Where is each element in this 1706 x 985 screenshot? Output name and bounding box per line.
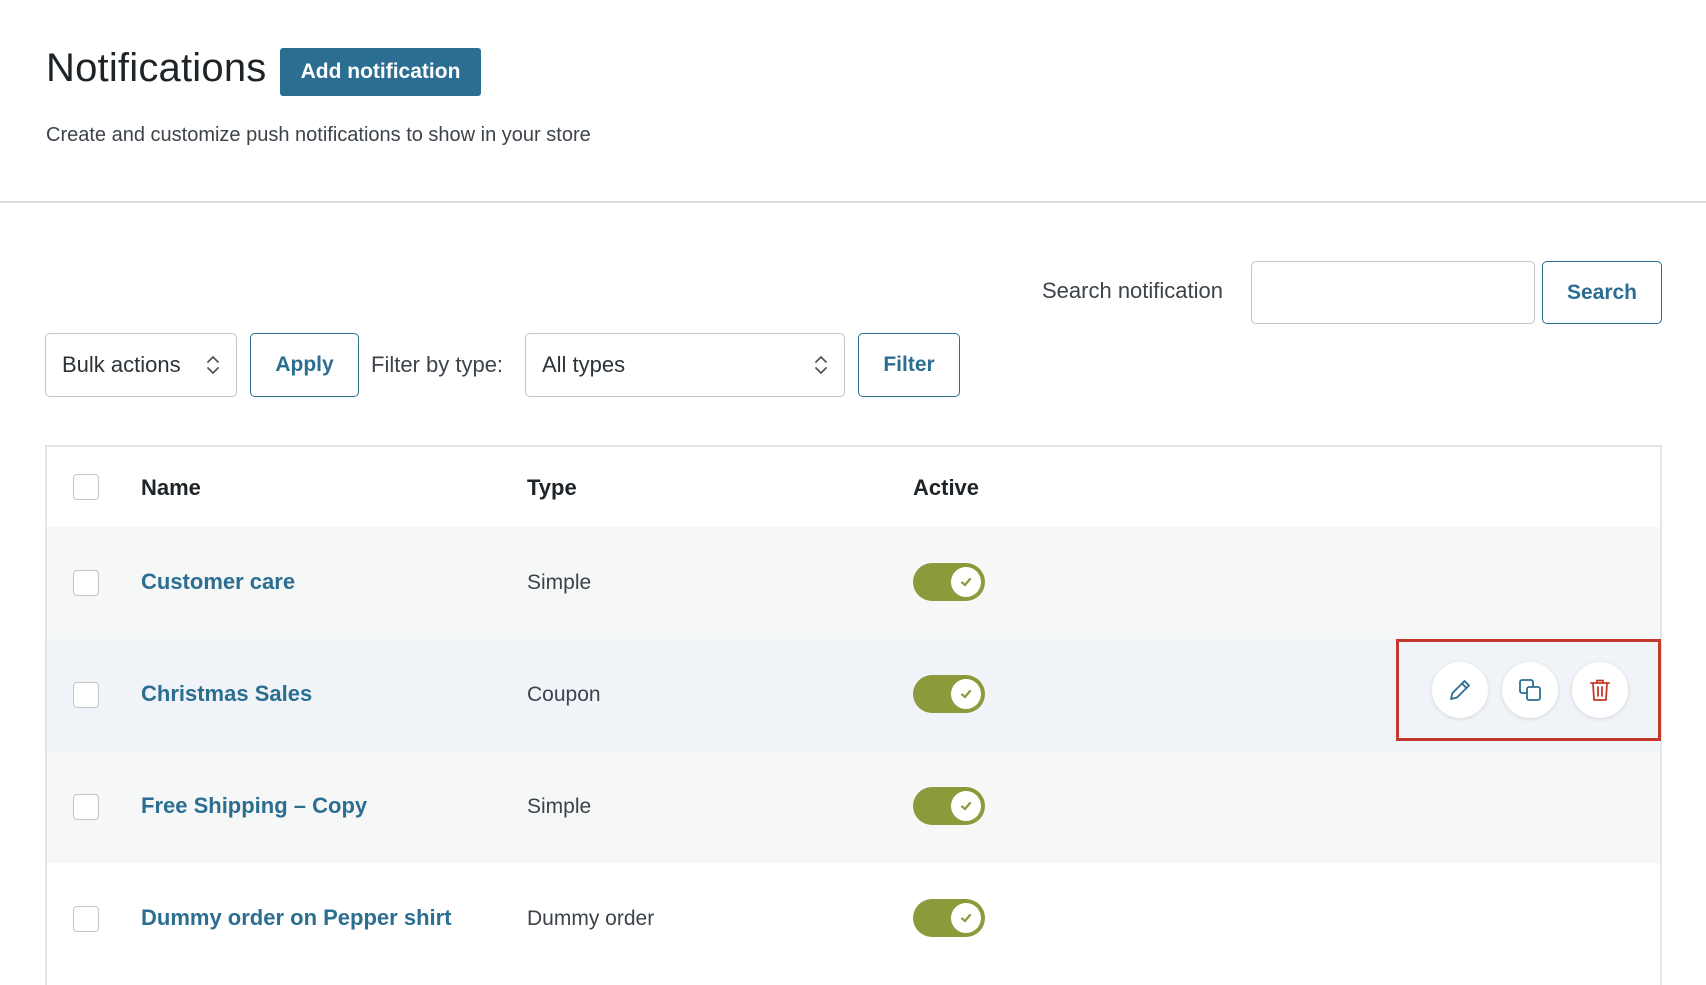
add-notification-button[interactable]: Add notification	[280, 48, 481, 96]
check-icon	[960, 577, 972, 587]
toggle-knob	[951, 567, 981, 597]
edit-button[interactable]	[1432, 662, 1488, 718]
check-icon	[960, 689, 972, 699]
page-header: Notifications Add notification Create an…	[0, 0, 1706, 203]
table-row: Dummy order on Pepper shirt Dummy order	[47, 863, 1660, 975]
bulk-actions-select[interactable]: Bulk actions	[45, 333, 237, 397]
toggle-knob	[951, 903, 981, 933]
filter-button[interactable]: Filter	[858, 333, 960, 397]
toggle-knob	[951, 791, 981, 821]
notification-type: Dummy order	[527, 907, 655, 930]
table-row: Customer care Simple	[47, 527, 1660, 639]
page-title: Notifications	[46, 46, 267, 90]
trash-icon	[1590, 679, 1610, 701]
active-toggle[interactable]	[913, 675, 985, 713]
notification-type: Simple	[527, 571, 592, 594]
search-label: Search notification	[1042, 278, 1223, 303]
column-header-type: Type	[527, 475, 577, 500]
notification-name-link[interactable]: Customer care	[141, 569, 295, 595]
row-checkbox[interactable]	[73, 794, 99, 820]
notification-name-link[interactable]: Christmas Sales	[141, 681, 312, 707]
table-header: Name Type Active	[47, 447, 1660, 527]
chevron-updown-icon	[815, 356, 827, 374]
notification-name-link[interactable]: Dummy order on Pepper shirt	[141, 905, 452, 931]
active-toggle[interactable]	[913, 563, 985, 601]
row-checkbox[interactable]	[73, 570, 99, 596]
delete-button[interactable]	[1572, 662, 1628, 718]
notification-name-link[interactable]: Free Shipping – Copy	[141, 793, 367, 819]
type-filter-value: All types	[542, 352, 626, 377]
duplicate-icon	[1519, 679, 1541, 701]
filter-by-type-label: Filter by type:	[371, 352, 504, 377]
pencil-icon	[1450, 680, 1470, 700]
search-button[interactable]: Search	[1542, 261, 1662, 324]
notification-type: Simple	[527, 795, 592, 818]
search-input[interactable]	[1251, 261, 1535, 324]
active-toggle[interactable]	[913, 787, 985, 825]
page-subtitle: Create and customize push notifications …	[46, 124, 591, 146]
toggle-knob	[951, 679, 981, 709]
select-all-checkbox[interactable]	[73, 474, 99, 500]
notification-type: Coupon	[527, 683, 601, 706]
column-header-name: Name	[141, 475, 201, 500]
table-row: Free Shipping – Copy Simple	[47, 751, 1660, 863]
active-toggle[interactable]	[913, 899, 985, 937]
notifications-table: Name Type Active Customer care Simple Ch…	[45, 445, 1662, 985]
chevron-updown-icon	[207, 356, 219, 374]
bulk-actions-value: Bulk actions	[62, 352, 181, 377]
column-header-active: Active	[913, 475, 980, 500]
row-checkbox[interactable]	[73, 682, 99, 708]
row-actions-highlight	[1396, 639, 1661, 741]
type-filter-select[interactable]: All types	[525, 333, 845, 397]
duplicate-button[interactable]	[1502, 662, 1558, 718]
check-icon	[960, 913, 972, 923]
apply-button[interactable]: Apply	[250, 333, 359, 397]
check-icon	[960, 801, 972, 811]
row-checkbox[interactable]	[73, 906, 99, 932]
